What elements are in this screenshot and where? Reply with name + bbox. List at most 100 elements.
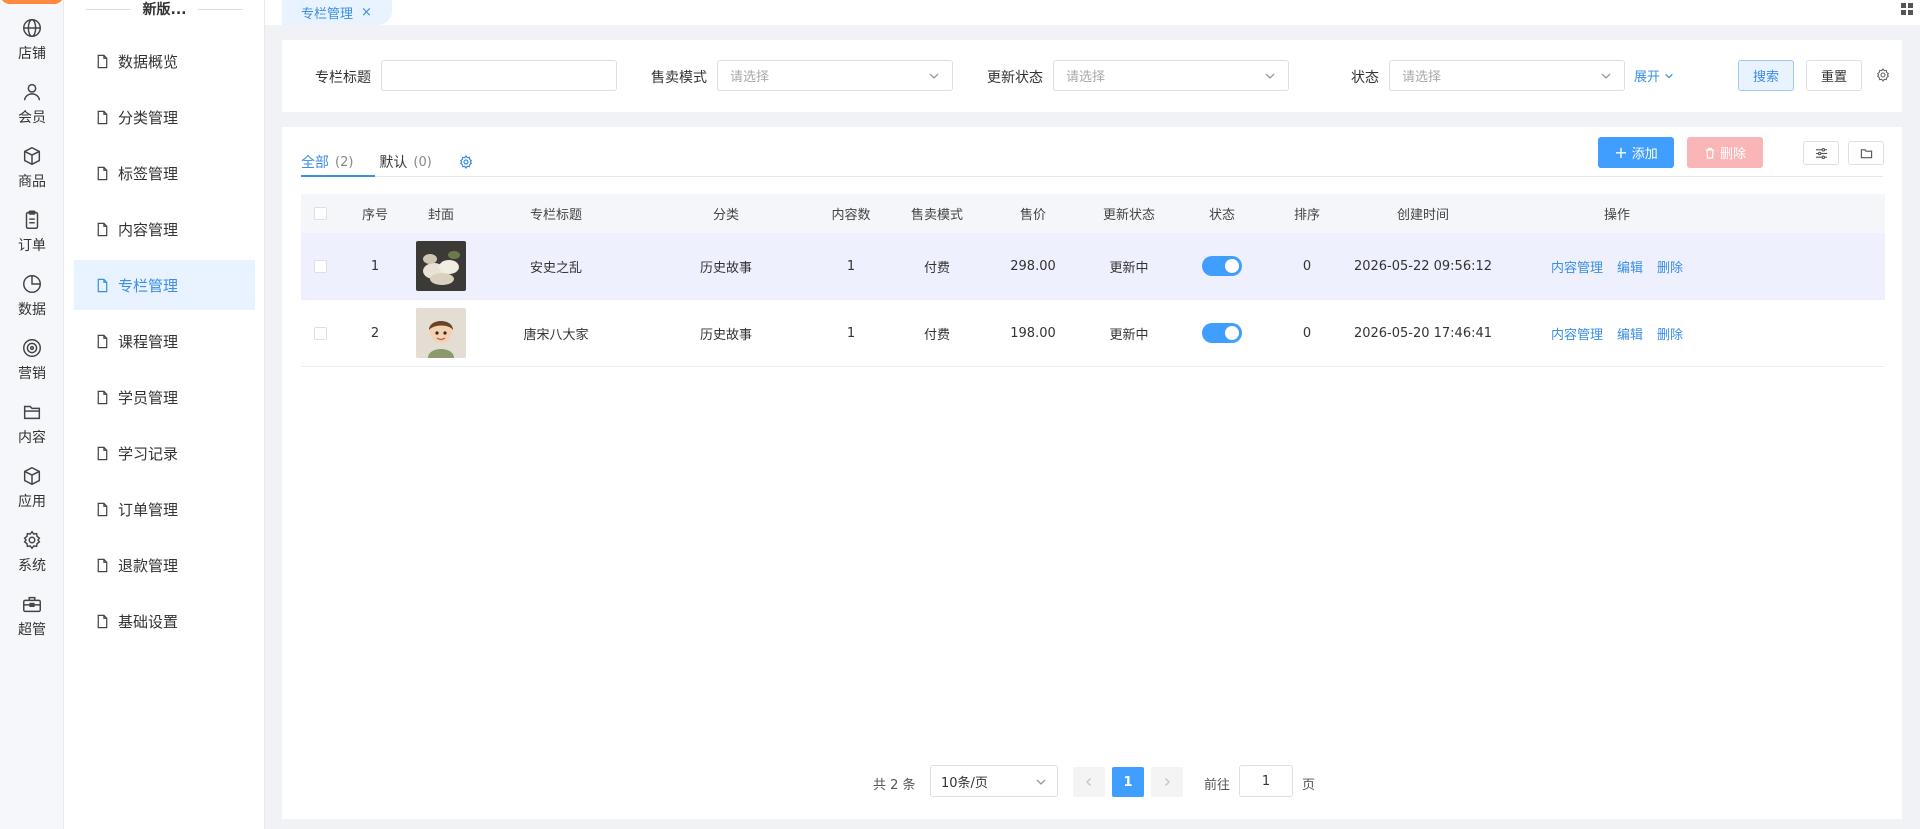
menu-item[interactable]: 退款管理 bbox=[74, 540, 255, 590]
status-select[interactable]: 请选择 bbox=[1389, 60, 1625, 91]
update-status-placeholder: 请选择 bbox=[1066, 70, 1106, 85]
created-time: 2026-05-22 09:56:12 bbox=[1353, 258, 1493, 274]
rail-item-system[interactable]: 系统 bbox=[0, 524, 64, 580]
delete-label: 删除 bbox=[1719, 147, 1746, 162]
reset-button[interactable]: 重置 bbox=[1806, 60, 1862, 91]
price: 198.00 bbox=[1010, 325, 1056, 341]
title-filter-input[interactable] bbox=[381, 60, 617, 91]
chevron-left-icon bbox=[1086, 778, 1091, 786]
select-all-cell bbox=[301, 194, 339, 233]
edit-link[interactable]: 编辑 bbox=[1617, 324, 1643, 343]
expand-label: 展开 bbox=[1634, 70, 1661, 85]
rail-item-order[interactable]: 订单 bbox=[0, 204, 64, 260]
menu-item[interactable]: 专栏管理 bbox=[74, 260, 255, 310]
sub-menu: 新版... 数据概览 分类管理 标签管理 内容管理 专栏管理 课程管理 学员管理 学习记录 订单… bbox=[64, 0, 265, 829]
tab-default[interactable]: 默认 (0) bbox=[379, 152, 431, 172]
pie-chart-icon bbox=[23, 275, 41, 293]
select-all-checkbox[interactable] bbox=[313, 207, 327, 220]
table-cell: 198.00 bbox=[983, 300, 1083, 366]
rail-item-goods[interactable]: 商品 bbox=[0, 140, 64, 196]
table-cell: 更新中 bbox=[1083, 233, 1175, 299]
status-toggle[interactable] bbox=[1202, 256, 1242, 276]
export-button[interactable] bbox=[1848, 141, 1884, 165]
rail-item-superadmin[interactable]: 超管 bbox=[0, 588, 64, 644]
status-toggle[interactable] bbox=[1202, 323, 1242, 343]
page-number-button[interactable]: 1 bbox=[1112, 767, 1144, 797]
table-row[interactable]: 2 唐宋八大家 历史故事 1 付费 198.00 更新中 0 2026-05-20 17:46:… bbox=[301, 300, 1885, 367]
chevron-down-icon bbox=[1265, 73, 1275, 79]
chevron-down-icon bbox=[1665, 73, 1673, 79]
rail-item-store[interactable]: 店铺 bbox=[0, 12, 64, 68]
tab-all-count: (2) bbox=[335, 154, 354, 170]
cover-thumbnail[interactable] bbox=[416, 241, 466, 291]
menu-item[interactable]: 分类管理 bbox=[74, 92, 255, 142]
filter-panel: 专栏标题 售卖模式 请选择 更新状态 请选择 状态 请选择 展开 搜索 重置 bbox=[282, 40, 1902, 112]
row-checkbox[interactable] bbox=[313, 259, 327, 273]
tab-all[interactable]: 全部 (2) bbox=[301, 152, 353, 172]
column-header: 封面 bbox=[427, 208, 454, 223]
sale-mode-select[interactable]: 请选择 bbox=[717, 60, 953, 91]
table-cell: 2026-05-20 17:46:41 bbox=[1345, 300, 1501, 366]
row-checkbox[interactable] bbox=[313, 326, 327, 340]
gear-icon[interactable] bbox=[458, 154, 474, 170]
rail-label: 系统 bbox=[18, 558, 46, 574]
menu-item[interactable]: 数据概览 bbox=[74, 36, 255, 86]
delete-button[interactable]: 删除 bbox=[1687, 137, 1763, 168]
grid-icon[interactable] bbox=[1900, 2, 1914, 16]
sale-mode: 付费 bbox=[923, 260, 950, 276]
cover-image bbox=[416, 308, 466, 358]
menu-item[interactable]: 学员管理 bbox=[74, 372, 255, 422]
edit-link[interactable]: 编辑 bbox=[1617, 257, 1643, 276]
column-settings-button[interactable] bbox=[1803, 141, 1839, 165]
sort-order: 0 bbox=[1302, 325, 1312, 341]
search-button[interactable]: 搜索 bbox=[1738, 60, 1794, 91]
next-page-button[interactable] bbox=[1151, 767, 1183, 797]
gear-icon[interactable] bbox=[1875, 67, 1891, 83]
update-status: 更新中 bbox=[1109, 327, 1149, 343]
menu-item-label: 内容管理 bbox=[118, 220, 179, 239]
status-label: 状态 bbox=[1351, 70, 1379, 86]
table-row[interactable]: 1 安史之乱 历史故事 1 付费 298.00 更新中 0 2026-05-22 09:56:1… bbox=[301, 233, 1885, 300]
rail-item-member[interactable]: 会员 bbox=[0, 76, 64, 132]
column-header: 专栏标题 bbox=[529, 208, 582, 223]
globe-icon bbox=[23, 19, 41, 37]
add-button[interactable]: + 添加 bbox=[1598, 137, 1674, 168]
folder-icon bbox=[1860, 148, 1872, 158]
rail-item-data[interactable]: 数据 bbox=[0, 268, 64, 324]
content-manage-link[interactable]: 内容管理 bbox=[1551, 257, 1603, 276]
menu-item[interactable]: 基础设置 bbox=[74, 596, 255, 646]
menu-item[interactable]: 学习记录 bbox=[74, 428, 255, 478]
document-icon bbox=[97, 222, 108, 236]
menu-item[interactable]: 课程管理 bbox=[74, 316, 255, 366]
goto-page-input[interactable]: 1 bbox=[1239, 765, 1293, 797]
page-size-value: 10条/页 bbox=[941, 775, 988, 791]
sale-mode-placeholder: 请选择 bbox=[730, 70, 770, 85]
prev-page-button[interactable] bbox=[1073, 767, 1105, 797]
column-header: 操作 bbox=[1603, 208, 1630, 223]
menu-item[interactable]: 订单管理 bbox=[74, 484, 255, 534]
chevron-down-icon bbox=[1036, 779, 1046, 785]
delete-link[interactable]: 删除 bbox=[1657, 324, 1683, 343]
cover-thumbnail[interactable] bbox=[416, 308, 466, 358]
sliders-icon bbox=[1815, 147, 1827, 159]
content-manage-link[interactable]: 内容管理 bbox=[1551, 324, 1603, 343]
tab-all-label: 全部 bbox=[301, 155, 329, 171]
tab-column-management[interactable]: 专栏管理 × bbox=[282, 0, 392, 25]
chevron-down-icon bbox=[1601, 73, 1611, 79]
table-cell: 2026-05-22 09:56:12 bbox=[1345, 233, 1501, 299]
rail-item-content[interactable]: 内容 bbox=[0, 396, 64, 452]
menu-item[interactable]: 标签管理 bbox=[74, 148, 255, 198]
tab-active-indicator bbox=[301, 175, 375, 177]
menu-item[interactable]: 内容管理 bbox=[74, 204, 255, 254]
close-icon[interactable]: × bbox=[361, 5, 372, 20]
delete-link[interactable]: 删除 bbox=[1657, 257, 1683, 276]
document-icon bbox=[97, 558, 108, 572]
rail-item-apps[interactable]: 应用 bbox=[0, 460, 64, 516]
rail-item-marketing[interactable]: 营销 bbox=[0, 332, 64, 388]
expand-link[interactable]: 展开 bbox=[1634, 66, 1674, 85]
page-size-select[interactable]: 10条/页 bbox=[930, 765, 1058, 797]
update-status-select[interactable]: 请选择 bbox=[1053, 60, 1289, 91]
table-cell: 298.00 bbox=[983, 233, 1083, 299]
column-header: 排序 bbox=[1293, 208, 1320, 223]
plus-icon: + bbox=[1614, 143, 1628, 162]
